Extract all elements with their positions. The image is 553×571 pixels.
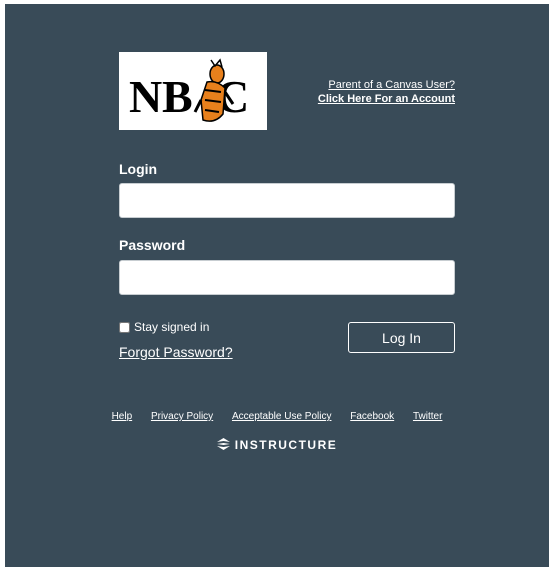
instructure-brand-text: INSTRUCTURE [234,438,338,452]
acceptable-use-policy-link[interactable]: Acceptable Use Policy [232,411,332,422]
login-label: Login [119,161,158,177]
privacy-policy-link[interactable]: Privacy Policy [151,411,213,422]
parent-link-line2[interactable]: Click Here For an Account [318,92,455,106]
twitter-link[interactable]: Twitter [413,411,442,422]
login-panel: N B C Parent of a Canvas User? Click Her… [5,4,549,567]
parent-account-link[interactable]: Parent of a Canvas User? Click Here For … [318,78,455,106]
parent-link-line1[interactable]: Parent of a Canvas User? [318,78,455,92]
password-input[interactable] [119,260,455,295]
stay-signed-in-checkbox[interactable] [119,321,130,333]
forgot-password-link[interactable]: Forgot Password? [119,344,233,360]
logo-letter-b: B [162,71,193,122]
instructure-brand[interactable]: INSTRUCTURE [5,438,549,453]
instructure-icon [216,438,230,453]
stay-signed-in[interactable]: Stay signed in [119,320,209,334]
logo-letter-n: N [129,71,162,122]
login-button[interactable]: Log In [348,322,455,353]
facebook-link[interactable]: Facebook [350,411,394,422]
nbc-logo: N B C [119,52,267,130]
help-link[interactable]: Help [112,411,133,422]
footer-links: Help Privacy Policy Acceptable Use Polic… [5,411,549,422]
stay-signed-in-label: Stay signed in [134,320,210,334]
login-input[interactable] [119,183,455,218]
password-label: Password [119,237,186,253]
